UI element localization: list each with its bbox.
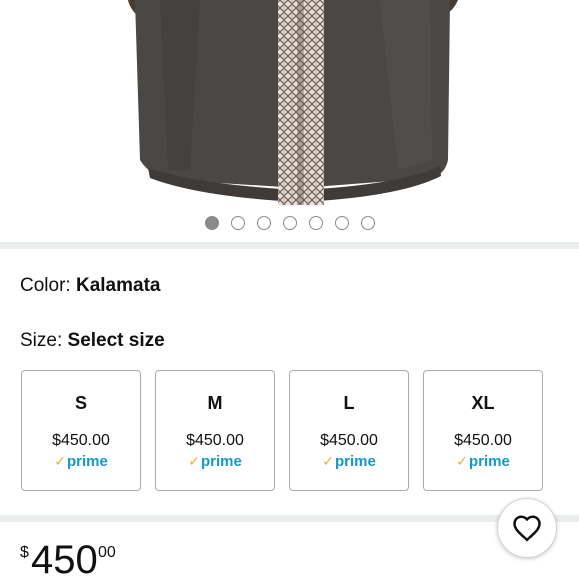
size-label: Size: [20, 330, 68, 351]
size-selector-label: Size: Select size [20, 330, 165, 352]
carousel-dot[interactable] [230, 216, 245, 230]
carousel-dot[interactable] [334, 216, 349, 230]
size-price: $450.00 [52, 432, 110, 449]
price-whole: 450 [31, 538, 98, 580]
size-option-l[interactable]: L $450.00 ✓prime [289, 370, 409, 491]
prime-label: prime [468, 453, 510, 470]
wishlist-button[interactable] [497, 498, 557, 558]
prime-label: prime [200, 453, 242, 470]
heart-icon [513, 515, 541, 542]
check-icon: ✓ [54, 453, 66, 469]
size-options: S $450.00 ✓prime M $450.00 ✓prime L $450… [21, 370, 543, 491]
size-option-m[interactable]: M $450.00 ✓prime [155, 370, 275, 491]
section-divider [0, 515, 579, 522]
size-option-xl[interactable]: XL $450.00 ✓prime [423, 370, 543, 491]
carousel-dot[interactable] [360, 216, 375, 230]
check-icon: ✓ [322, 453, 334, 469]
prime-badge: ✓prime [290, 453, 408, 470]
prime-label: prime [66, 453, 108, 470]
size-name: XL [471, 393, 495, 413]
color-label: Color: [20, 275, 76, 296]
prime-badge: ✓prime [156, 453, 274, 470]
section-divider [0, 242, 579, 249]
size-name: L [343, 393, 355, 413]
jacket-image [128, 0, 458, 205]
size-price: $450.00 [186, 432, 244, 449]
prime-label: prime [334, 453, 376, 470]
carousel-dot[interactable] [282, 216, 297, 230]
prime-badge: ✓prime [424, 453, 542, 470]
carousel-indicator[interactable] [0, 216, 579, 230]
size-price: $450.00 [454, 432, 512, 449]
check-icon: ✓ [188, 453, 200, 469]
product-image[interactable] [0, 0, 579, 210]
price-fraction: 00 [98, 544, 116, 561]
size-price: $450.00 [320, 432, 378, 449]
size-name: M [207, 393, 223, 413]
price-currency: $ [20, 544, 29, 561]
size-value: Select size [67, 330, 165, 351]
prime-badge: ✓prime [22, 453, 140, 470]
size-name: S [74, 393, 87, 413]
size-option-s[interactable]: S $450.00 ✓prime [21, 370, 141, 491]
carousel-dot[interactable] [256, 216, 271, 230]
color-selector-label: Color: Kalamata [20, 275, 160, 297]
carousel-dot[interactable] [204, 216, 219, 230]
color-value: Kalamata [75, 275, 161, 296]
carousel-dot[interactable] [308, 216, 323, 230]
check-icon: ✓ [456, 453, 468, 469]
